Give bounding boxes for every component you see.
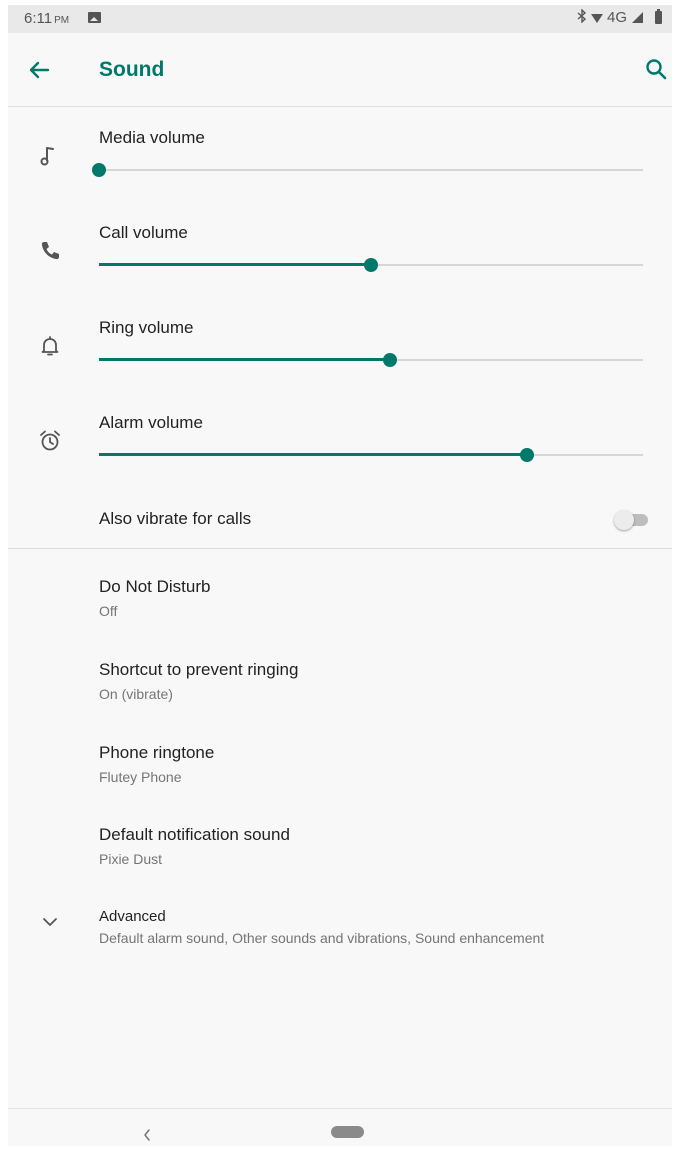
- nav-home-pill[interactable]: [331, 1126, 364, 1138]
- slider-thumb[interactable]: [383, 353, 398, 367]
- status-bar: 6:11 PM 4G: [8, 5, 672, 33]
- call-volume-slider[interactable]: [99, 255, 643, 275]
- sound-settings-screen: 6:11 PM 4G Sound Media volume Call volum…: [8, 5, 672, 1146]
- vibrate-for-calls-toggle[interactable]: [614, 510, 648, 530]
- status-time: 6:11 PM: [24, 10, 70, 27]
- status-icons: 4G: [577, 8, 662, 26]
- slider-fill: [99, 453, 527, 456]
- chevron-down-icon: [36, 908, 64, 936]
- slider-fill: [99, 358, 391, 361]
- ring-volume-row: Ring volume: [8, 297, 672, 392]
- signal-icon: [632, 12, 643, 23]
- arrow-left-icon: [29, 61, 50, 79]
- music-note-icon: [36, 142, 64, 170]
- toggle-thumb: [614, 510, 634, 530]
- prevent-ringing-shortcut-row[interactable]: Shortcut to prevent ringing On (vibrate): [8, 640, 672, 722]
- network-type: 4G: [606, 9, 627, 26]
- phone-icon: [36, 237, 64, 265]
- image-icon: [88, 12, 101, 23]
- pref-summary: Flutey Phone: [99, 769, 182, 785]
- ring-volume-slider[interactable]: [99, 350, 643, 370]
- call-volume-label: Call volume: [99, 223, 188, 242]
- pref-title: Do Not Disturb: [99, 577, 211, 596]
- bluetooth-icon: [577, 8, 587, 26]
- pref-summary: On (vibrate): [99, 686, 173, 702]
- pref-summary: Pixie Dust: [99, 851, 163, 867]
- alarm-volume-row: Alarm volume: [8, 392, 672, 487]
- alarm-volume-label: Alarm volume: [99, 413, 203, 432]
- alarm-clock-icon: [36, 427, 64, 455]
- slider-thumb[interactable]: [92, 163, 106, 177]
- slider-thumb[interactable]: [519, 448, 534, 462]
- pref-summary: Off: [99, 603, 118, 619]
- app-bar: Sound: [8, 33, 672, 107]
- slider-track: [99, 169, 643, 171]
- nav-divider: [8, 1108, 672, 1109]
- nav-back-icon: [144, 1129, 150, 1141]
- slider-fill: [99, 263, 371, 266]
- bell-icon: [36, 332, 64, 360]
- search-button[interactable]: [642, 55, 672, 85]
- notification-sound-row[interactable]: Default notification sound Pixie Dust: [8, 805, 672, 887]
- media-volume-row: Media volume: [8, 107, 672, 202]
- phone-ringtone-row[interactable]: Phone ringtone Flutey Phone: [8, 723, 672, 805]
- call-volume-row: Call volume: [8, 202, 672, 297]
- slider-thumb[interactable]: [364, 258, 378, 272]
- media-volume-slider[interactable]: [92, 160, 643, 180]
- wifi-icon: [590, 14, 603, 23]
- page-title: Sound: [99, 58, 165, 81]
- search-icon: [646, 59, 667, 80]
- battery-icon: [655, 9, 662, 24]
- ring-volume-label: Ring volume: [99, 318, 194, 337]
- alarm-volume-slider[interactable]: [99, 445, 643, 465]
- do-not-disturb-row[interactable]: Do Not Disturb Off: [8, 557, 672, 639]
- back-button[interactable]: [24, 55, 54, 85]
- nav-back-button[interactable]: [138, 1125, 158, 1145]
- pref-title: Phone ringtone: [99, 743, 215, 762]
- pref-title: Default notification sound: [99, 825, 290, 844]
- status-ampm: PM: [54, 15, 70, 26]
- section-divider: [8, 548, 672, 549]
- pref-title: Shortcut to prevent ringing: [99, 660, 299, 679]
- vibrate-for-calls-row[interactable]: Also vibrate for calls: [8, 490, 672, 548]
- advanced-summary: Default alarm sound, Other sounds and vi…: [99, 930, 545, 946]
- advanced-title: Advanced: [99, 908, 166, 925]
- advanced-row[interactable]: Advanced Default alarm sound, Other soun…: [8, 888, 672, 970]
- vibrate-for-calls-label: Also vibrate for calls: [99, 509, 252, 528]
- media-volume-label: Media volume: [99, 128, 205, 147]
